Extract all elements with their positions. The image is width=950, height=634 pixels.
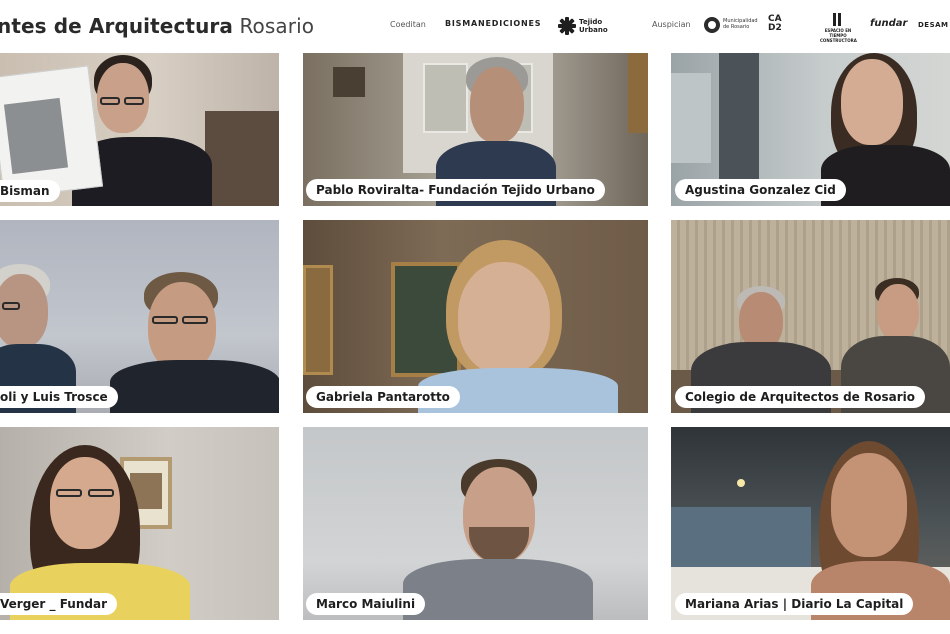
fundar-logo: fundar bbox=[870, 18, 908, 29]
conference-header: ntes de Arquitectura Rosario Coeditan BI… bbox=[0, 0, 950, 52]
espacio-bars-icon bbox=[833, 13, 841, 26]
video-tile-4[interactable]: oli y Luis Trosce bbox=[0, 220, 279, 413]
cad2-logo: CA D2 bbox=[768, 15, 782, 33]
tejido-star-icon bbox=[558, 17, 576, 35]
participant-name-1: Bisman bbox=[0, 180, 60, 202]
auspician-label: Auspician bbox=[652, 20, 691, 29]
event-title-bold: ntes de Arquitectura bbox=[0, 14, 233, 38]
participant-name-9: Mariana Arias | Diario La Capital bbox=[675, 593, 914, 615]
video-tile-6[interactable]: Colegio de Arquitectos de Rosario bbox=[671, 220, 950, 413]
street-light bbox=[737, 479, 745, 487]
video-tile-2[interactable]: Pablo Roviralta- Fundación Tejido Urbano bbox=[303, 53, 648, 206]
tejido-line1: Tejido bbox=[579, 18, 603, 26]
video-tile-1[interactable]: Bisman bbox=[0, 53, 279, 206]
coeditan-label: Coeditan bbox=[390, 20, 426, 29]
window-outside bbox=[671, 507, 811, 567]
participant-name-6: Colegio de Arquitectos de Rosario bbox=[675, 386, 925, 408]
cad2-line2: D2 bbox=[768, 23, 782, 33]
book-cover-photo bbox=[3, 97, 69, 175]
municipalidad-text: Municipalidad de Rosario bbox=[723, 18, 758, 30]
participant-name-5: Gabriela Pantarotto bbox=[306, 386, 460, 408]
event-title: ntes de Arquitectura Rosario bbox=[0, 14, 314, 38]
wall-frame bbox=[628, 53, 648, 133]
tejido-line2: Urbano bbox=[579, 26, 608, 34]
event-title-light: Rosario bbox=[239, 14, 315, 38]
participant-name-3: Agustina Gonzalez Cid bbox=[675, 179, 846, 201]
video-tile-8[interactable]: Marco Maiulini bbox=[303, 427, 648, 620]
participant-video-8 bbox=[403, 459, 593, 620]
video-tile-7[interactable]: Verger _ Fundar bbox=[0, 427, 279, 620]
participant-name-4: oli y Luis Trosce bbox=[0, 386, 118, 408]
wall-painting-left bbox=[303, 265, 333, 375]
shelf bbox=[671, 73, 711, 163]
participant-video-4b bbox=[110, 268, 279, 413]
participant-name-8: Marco Maiulini bbox=[306, 593, 426, 615]
municipal-shield-icon bbox=[704, 17, 720, 33]
video-tile-5[interactable]: Gabriela Pantarotto bbox=[303, 220, 648, 413]
bisman-logo: BISMANEDICIONES bbox=[445, 19, 542, 28]
doorway bbox=[719, 53, 759, 183]
participant-name-2: Pablo Roviralta- Fundación Tejido Urbano bbox=[306, 179, 605, 201]
desam-logo: DESAM bbox=[918, 21, 949, 29]
video-tile-9[interactable]: Mariana Arias | Diario La Capital bbox=[671, 427, 950, 620]
picture-frame bbox=[333, 67, 365, 97]
espacio-text: ESPACIO EN TIEMPO CONSTRUCTORA bbox=[820, 28, 857, 43]
participant-name-7: Verger _ Fundar bbox=[0, 593, 117, 615]
espacio-logo: ESPACIO EN TIEMPO CONSTRUCTORA bbox=[820, 13, 857, 43]
video-tile-3[interactable]: Agustina Gonzalez Cid bbox=[671, 53, 950, 206]
